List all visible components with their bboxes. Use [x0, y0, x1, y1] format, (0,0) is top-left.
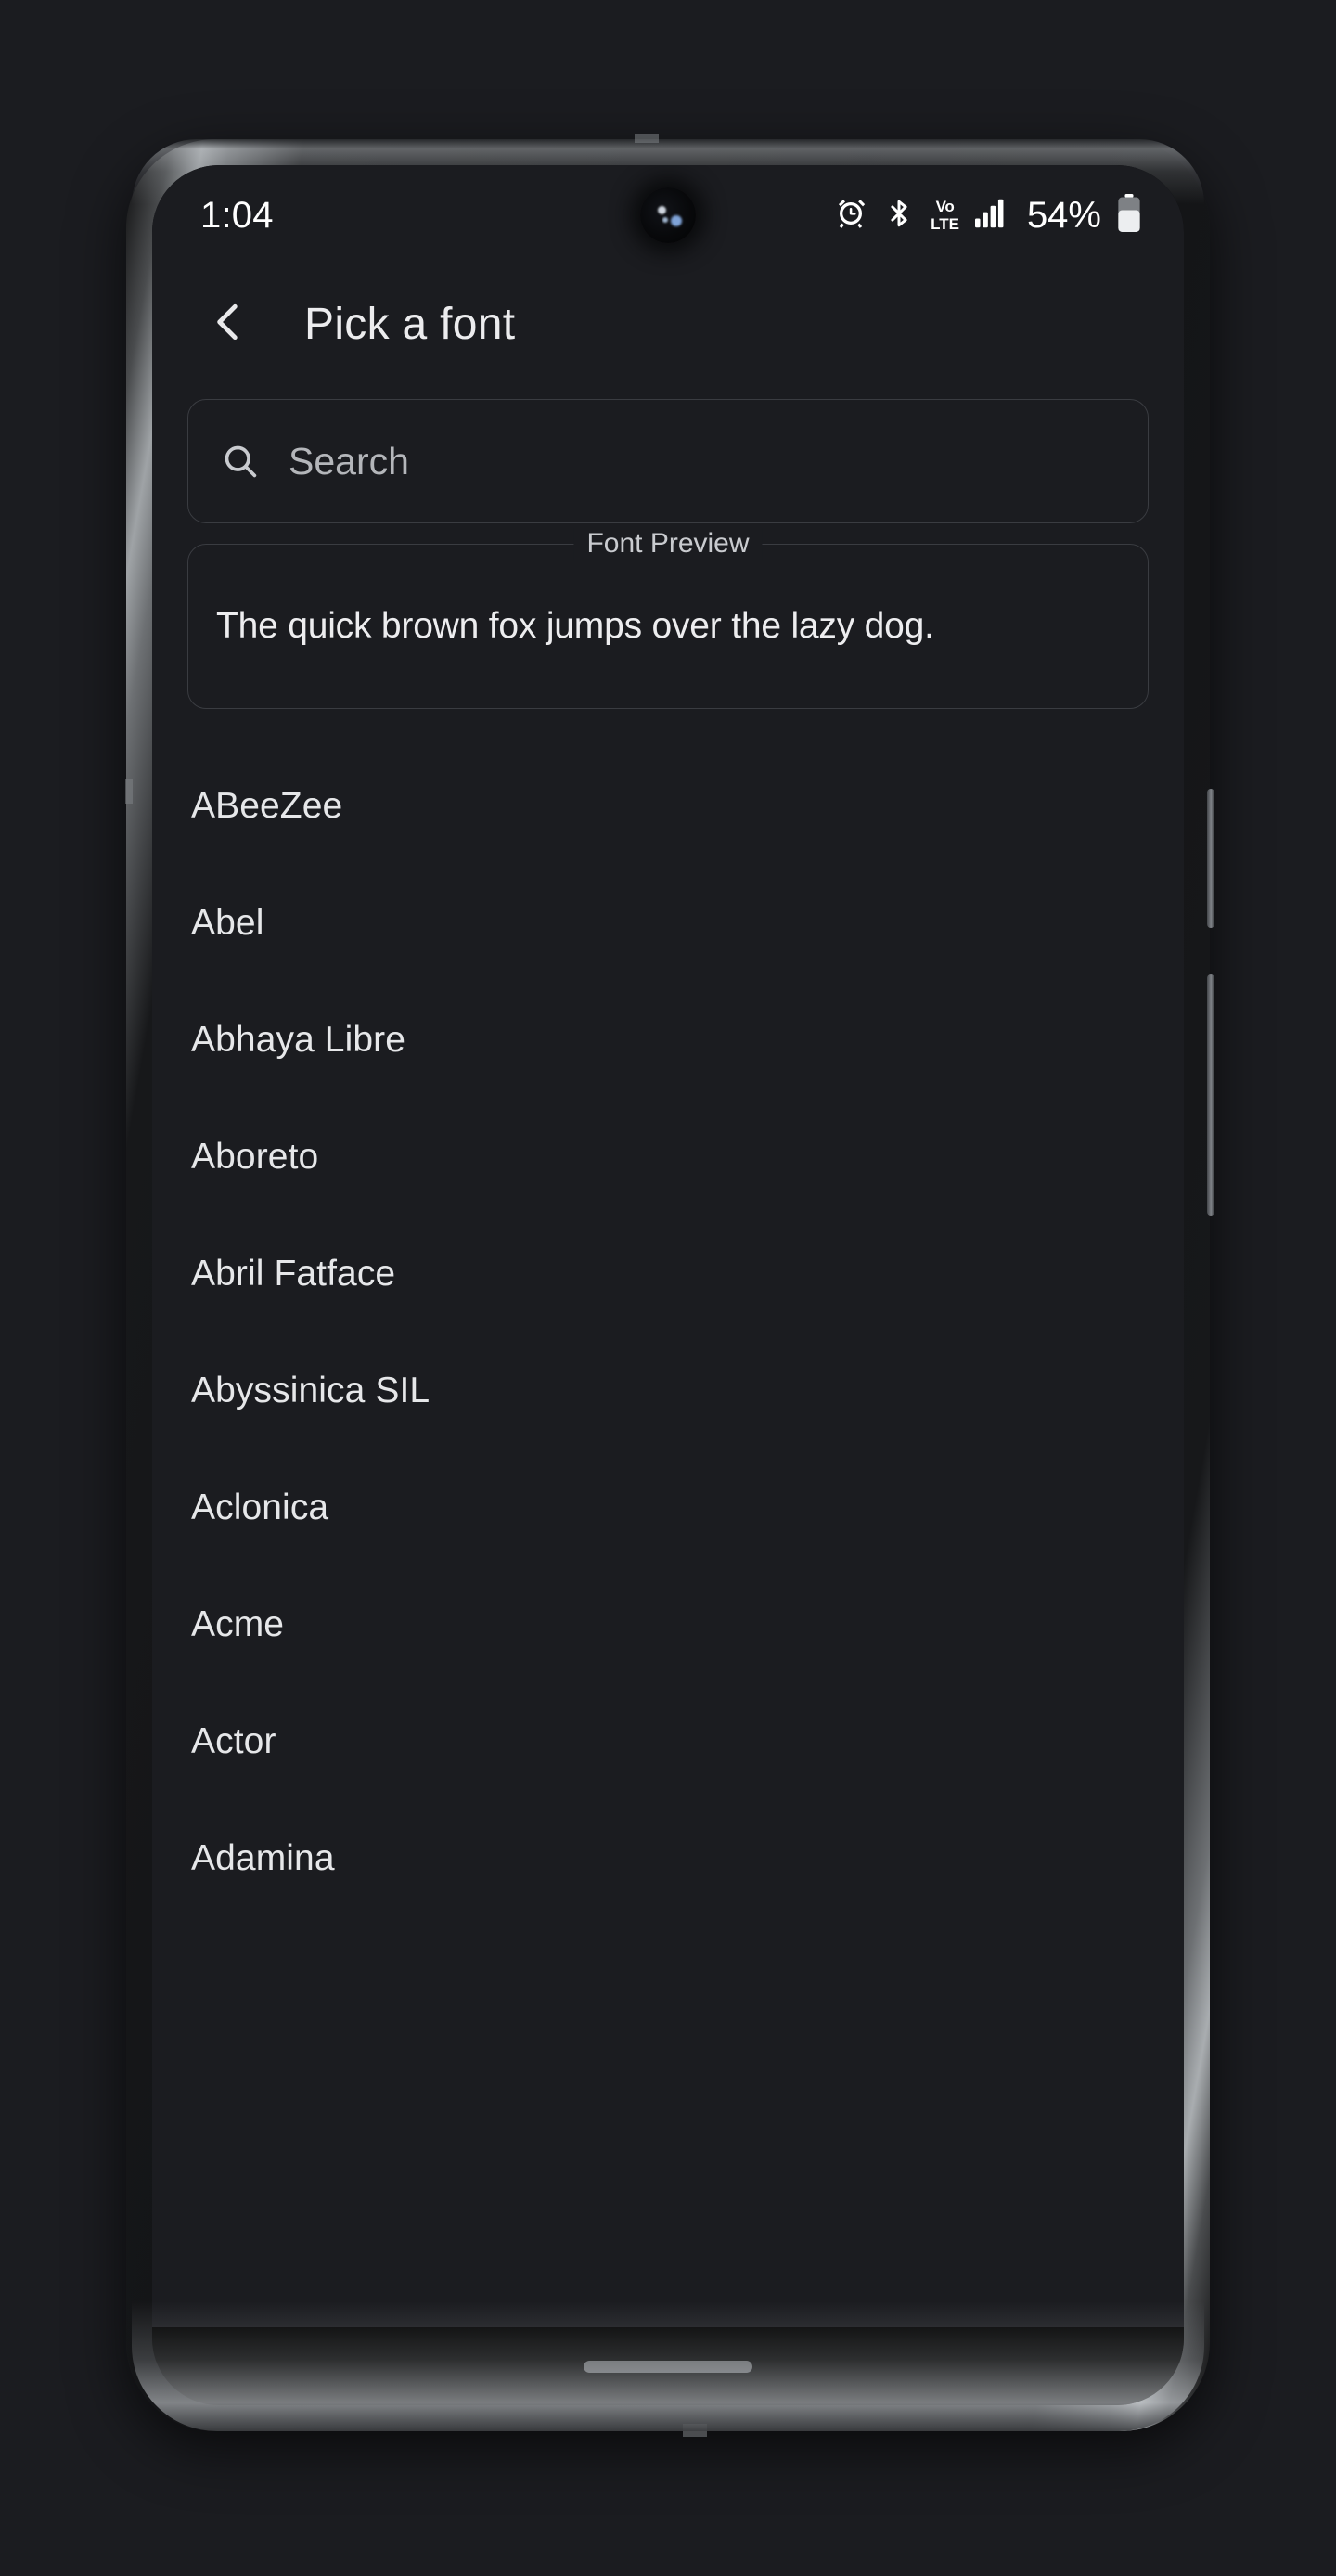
alarm-icon [834, 197, 867, 235]
font-name-label: ABeeZee [191, 786, 343, 826]
font-name-label: Adamina [191, 1838, 335, 1878]
volume-button[interactable] [1207, 974, 1214, 1216]
camera-lens-highlight-a [658, 206, 666, 214]
volte-label-top: Vo [935, 198, 955, 215]
search-section: Search [152, 382, 1184, 523]
list-item[interactable]: Adamina [152, 1800, 1184, 1917]
signal-icon [974, 199, 1008, 233]
font-name-label: Abel [191, 903, 264, 943]
font-preview-legend: Font Preview [573, 528, 763, 560]
list-item[interactable]: Abyssinica SIL [152, 1333, 1184, 1449]
font-name-label: Acme [191, 1604, 285, 1644]
list-item[interactable]: Aboreto [152, 1099, 1184, 1216]
list-item[interactable]: ABeeZee [152, 748, 1184, 865]
font-name-label: Abril Fatface [191, 1254, 396, 1294]
font-preview-text: The quick brown fox jumps over the lazy … [216, 606, 934, 646]
app-bar: Pick a font [152, 265, 1184, 382]
font-preview-box: Font Preview The quick brown fox jumps o… [187, 528, 1149, 709]
list-item[interactable]: Acme [152, 1566, 1184, 1683]
font-name-label: Aclonica [191, 1488, 329, 1527]
list-item[interactable]: Abel [152, 865, 1184, 982]
back-button[interactable] [186, 281, 271, 367]
font-preview-section: Font Preview The quick brown fox jumps o… [152, 523, 1184, 709]
font-name-label: Actor [191, 1721, 276, 1761]
list-item[interactable]: Actor [152, 1683, 1184, 1800]
battery-icon [1117, 193, 1141, 238]
screenshot-backdrop: 1:04 Vo LTE 54% Pick a font Search Font … [0, 0, 1336, 2576]
navigation-bar [152, 2327, 1184, 2405]
font-name-label: Aboreto [191, 1137, 319, 1177]
search-placeholder: Search [289, 439, 409, 483]
list-item[interactable]: Aclonica [152, 1449, 1184, 1566]
list-item[interactable]: Abril Fatface [152, 1216, 1184, 1333]
volte-icon: Vo LTE [931, 199, 959, 232]
font-name-label: Abyssinica SIL [191, 1371, 430, 1410]
status-bar-clock: 1:04 [200, 194, 274, 236]
volte-label-bottom: LTE [931, 215, 959, 233]
search-input[interactable]: Search [187, 399, 1149, 523]
search-icon [220, 441, 261, 482]
status-bar: 1:04 Vo LTE 54% [152, 165, 1184, 265]
page-title: Pick a font [304, 299, 516, 349]
power-button[interactable] [1207, 789, 1214, 928]
antenna-band-left [125, 779, 133, 804]
phone-screen: 1:04 Vo LTE 54% Pick a font Search Font … [152, 165, 1184, 2405]
antenna-band-bottom [683, 2424, 707, 2437]
chevron-left-icon [205, 299, 251, 350]
font-picker-app: 1:04 Vo LTE 54% Pick a font Search Font … [152, 165, 1184, 2327]
front-camera-punch-hole [640, 187, 696, 243]
bluetooth-icon [883, 198, 915, 234]
battery-percent-label: 54% [1026, 194, 1101, 236]
camera-lens-highlight-b [671, 215, 682, 226]
home-gesture-pill[interactable] [584, 2360, 752, 2373]
antenna-band-top [635, 134, 659, 143]
list-item[interactable]: Abhaya Libre [152, 982, 1184, 1099]
phone-device: 1:04 Vo LTE 54% Pick a font Search Font … [125, 134, 1214, 2437]
status-bar-icons: Vo LTE 54% [834, 193, 1141, 238]
font-name-label: Abhaya Libre [191, 1020, 406, 1060]
camera-lens-highlight-c [662, 217, 668, 223]
font-list[interactable]: ABeeZee Abel Abhaya Libre Aboreto Abril … [152, 748, 1184, 2327]
